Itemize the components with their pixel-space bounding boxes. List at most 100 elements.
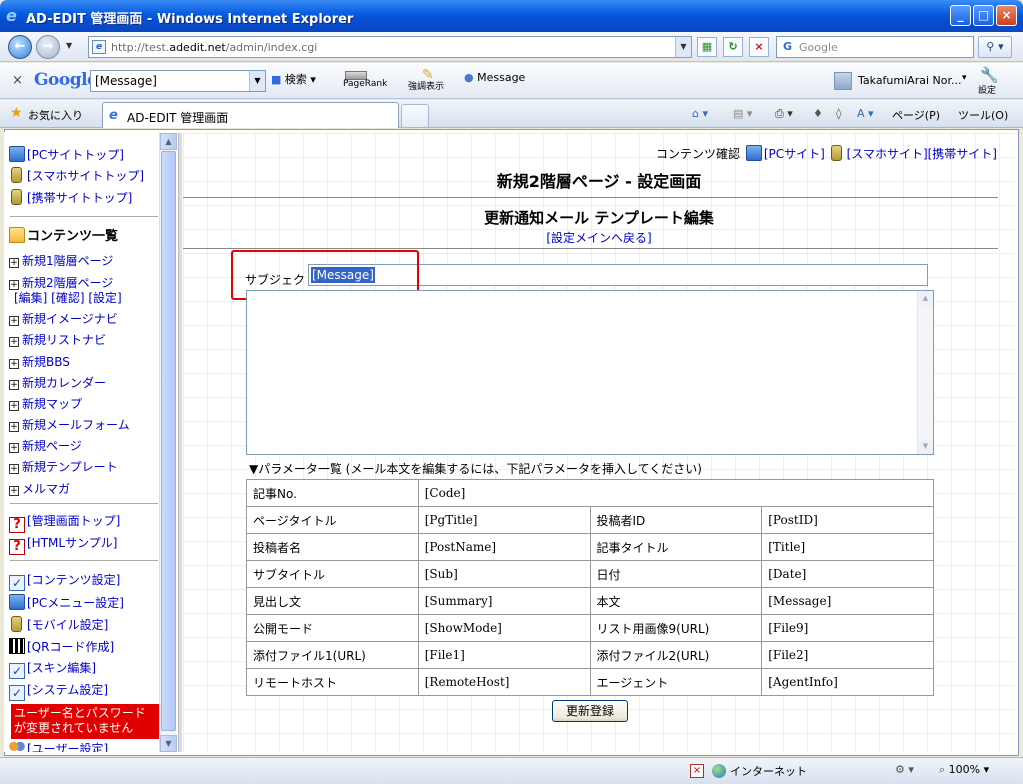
history-dropdown-icon[interactable]: ▼ bbox=[66, 41, 72, 50]
sidebar-item-content-7[interactable]: + 新規マップ bbox=[9, 396, 82, 412]
settings-button[interactable]: 設定 bbox=[978, 83, 996, 96]
param-name: 投稿者名 bbox=[247, 534, 418, 560]
address-dropdown-icon[interactable]: ▼ bbox=[675, 37, 691, 57]
mail-body-textarea[interactable]: ▲ ▼ bbox=[246, 290, 934, 455]
home-icon[interactable]: ⌂ ▾ bbox=[692, 107, 708, 120]
sidebar-item-pc-top[interactable]: [PCサイトトップ] bbox=[9, 146, 124, 163]
textarea-scrollbar[interactable]: ▲ ▼ bbox=[917, 291, 933, 454]
sidebar-item-user-settings[interactable]: [ユーザー設定] bbox=[9, 740, 108, 752]
main-content: コンテンツ確認 [PCサイト] [スマホサイト][携帯サイト] 新規2階層ページ… bbox=[183, 133, 1015, 752]
page-menu[interactable]: ページ(P) bbox=[892, 107, 940, 123]
message-button[interactable]: ● Message bbox=[464, 71, 525, 84]
sidebar-item-html-sample[interactable]: ? [HTMLサンプル] bbox=[9, 535, 117, 555]
expand-icon: + bbox=[9, 337, 19, 347]
tools-menu[interactable]: ツール(O) bbox=[958, 107, 1008, 123]
google-search-input[interactable]: [Message] ▼ bbox=[90, 70, 266, 92]
param-name: ページタイトル bbox=[247, 507, 418, 533]
sidebar-item-content-2[interactable]: + 新規2階層ページ bbox=[9, 275, 113, 291]
search-button[interactable]: ⚲ ▾ bbox=[978, 36, 1012, 58]
expand-icon: + bbox=[9, 359, 19, 369]
table-row: リモートホスト [RemoteHost] エージェント [AgentInfo] bbox=[247, 669, 933, 695]
scroll-up-icon[interactable]: ▲ bbox=[918, 291, 933, 306]
frame-splitter[interactable] bbox=[178, 133, 182, 752]
sidebar-scrollbar[interactable]: ▲ ▼ bbox=[159, 133, 177, 752]
folder-icon bbox=[9, 227, 25, 243]
sidebar-item-admin-top[interactable]: ? [管理画面トップ] bbox=[9, 513, 120, 533]
update-register-button[interactable]: 更新登録 bbox=[552, 700, 628, 722]
feeds-icon[interactable]: ▤ ▾ bbox=[733, 107, 752, 120]
stop-icon[interactable]: × bbox=[749, 37, 769, 57]
smartphone-mobile-link[interactable]: [スマホサイト][携帯サイト] bbox=[847, 147, 997, 161]
refresh-icon[interactable]: ↻ bbox=[723, 37, 743, 57]
expand-icon: + bbox=[9, 422, 19, 432]
param-code: [File2] bbox=[762, 642, 933, 668]
google-search-dropdown-icon[interactable]: ▼ bbox=[249, 71, 265, 91]
scroll-thumb[interactable] bbox=[161, 151, 176, 731]
param-code: [RemoteHost] bbox=[418, 669, 590, 695]
sidebar-item-content-9[interactable]: + 新規ページ bbox=[9, 438, 82, 454]
search-input[interactable]: G Google bbox=[776, 36, 974, 58]
sidebar-item-content-6[interactable]: + 新規カレンダー bbox=[9, 375, 106, 391]
url-prefix: http://test. bbox=[111, 41, 170, 54]
text-size-icon[interactable]: A ▾ bbox=[857, 107, 874, 120]
checklist-icon: ✓ bbox=[9, 685, 25, 701]
sidebar-item-mobile-top[interactable]: [携帯サイトトップ] bbox=[9, 189, 132, 206]
pc-icon bbox=[9, 594, 25, 610]
url-domain: adedit.net bbox=[169, 41, 226, 54]
pc-site-link[interactable]: [PCサイト] bbox=[764, 147, 825, 161]
sidebar-sub-links[interactable]: [編集] [確認] [設定] bbox=[14, 290, 122, 306]
favorites-button[interactable]: お気に入り bbox=[28, 107, 83, 123]
sidebar-item-pc-menu[interactable]: [PCメニュー設定] bbox=[9, 594, 124, 611]
google-toolbar: × Google [Message] ▼ ■ 検索 ▾ PageRank ✎ 強… bbox=[0, 63, 1023, 99]
print-icon[interactable]: ⎙ ▾ bbox=[775, 107, 793, 121]
expand-icon: + bbox=[9, 258, 19, 268]
forward-button[interactable]: → bbox=[36, 35, 60, 59]
google-search-button[interactable]: ■ 検索 ▾ bbox=[271, 71, 316, 87]
sidebar-item-content-10[interactable]: + 新規テンプレート bbox=[9, 459, 118, 475]
favorites-bar: ★ お気に入り e AD-EDIT 管理画面 ⌂ ▾ ▤ ▾ ⎙ ▾ ♦ ◊ A… bbox=[0, 100, 1023, 128]
scroll-down-icon[interactable]: ▼ bbox=[160, 735, 177, 752]
compatibility-icon[interactable]: ▦ bbox=[697, 37, 717, 57]
sidebar-item-qr-code[interactable]: [QRコード作成] bbox=[9, 638, 114, 655]
translate-icon[interactable]: ◊ bbox=[836, 107, 841, 120]
sidebar-item-mobile-settings[interactable]: [モバイル設定] bbox=[9, 616, 108, 633]
popup-blocked-icon[interactable]: × bbox=[690, 764, 704, 778]
back-button[interactable]: ← bbox=[8, 35, 32, 59]
sidebar-item-content-4[interactable]: + 新規リストナビ bbox=[9, 332, 106, 348]
param-name: 記事No. bbox=[247, 480, 418, 506]
param-name: 見出し文 bbox=[247, 588, 418, 614]
zoom-level[interactable]: ⌕ 100% ▾ bbox=[939, 763, 989, 777]
sidebar-item-content-3[interactable]: + 新規イメージナビ bbox=[9, 311, 118, 327]
param-code: [Sub] bbox=[418, 561, 590, 587]
address-input[interactable]: e http://test.adedit.net/admin/index.cgi… bbox=[88, 36, 692, 58]
back-to-settings-link[interactable]: [設定メインへ戻る] bbox=[183, 229, 1015, 246]
url-path: /admin/index.cgi bbox=[225, 41, 318, 54]
sidebar-item-system-settings[interactable]: ✓ [システム設定] bbox=[9, 682, 108, 701]
param-code: [File9] bbox=[762, 615, 933, 641]
section-title: 更新通知メール テンプレート編集 bbox=[484, 209, 714, 227]
maximize-button[interactable]: □ bbox=[973, 5, 994, 26]
research-icon[interactable]: ♦ bbox=[813, 107, 823, 120]
google-icon: G bbox=[782, 40, 793, 53]
highlight-button[interactable]: 強調表示 bbox=[408, 79, 444, 92]
scroll-up-icon[interactable]: ▲ bbox=[160, 133, 177, 150]
sidebar-item-content-settings[interactable]: ✓ [コンテンツ設定] bbox=[9, 572, 120, 591]
toolbar-close-icon[interactable]: × bbox=[12, 73, 23, 88]
sidebar-item-content-1[interactable]: + 新規1階層ページ bbox=[9, 253, 113, 269]
close-button[interactable]: × bbox=[996, 5, 1017, 26]
param-code: [Title] bbox=[762, 534, 933, 560]
minimize-button[interactable]: _ bbox=[950, 5, 971, 26]
protected-mode-icon[interactable]: ⚙ ▾ bbox=[895, 763, 914, 776]
tab-ad-edit[interactable]: e AD-EDIT 管理画面 bbox=[102, 102, 399, 128]
sidebar-item-skin-edit[interactable]: ✓ [スキン編集] bbox=[9, 660, 96, 679]
sidebar-item-content-8[interactable]: + 新規メールフォーム bbox=[9, 417, 130, 433]
param-name: 添付ファイル1(URL) bbox=[247, 642, 418, 668]
sidebar-item-smartphone-top[interactable]: [スマホサイトトップ] bbox=[9, 167, 144, 184]
sidebar-item-content-11[interactable]: + メルマガ bbox=[9, 481, 70, 497]
user-account[interactable]: TakafumiArai Nor... bbox=[834, 70, 961, 92]
scroll-down-icon[interactable]: ▼ bbox=[918, 439, 933, 454]
sidebar-item-content-5[interactable]: + 新規BBS bbox=[9, 354, 70, 370]
pagerank-button[interactable]: PageRank bbox=[343, 79, 387, 89]
new-tab-button[interactable] bbox=[401, 104, 429, 127]
address-toolbar: ← → ▼ e http://test.adedit.net/admin/ind… bbox=[0, 32, 1023, 62]
